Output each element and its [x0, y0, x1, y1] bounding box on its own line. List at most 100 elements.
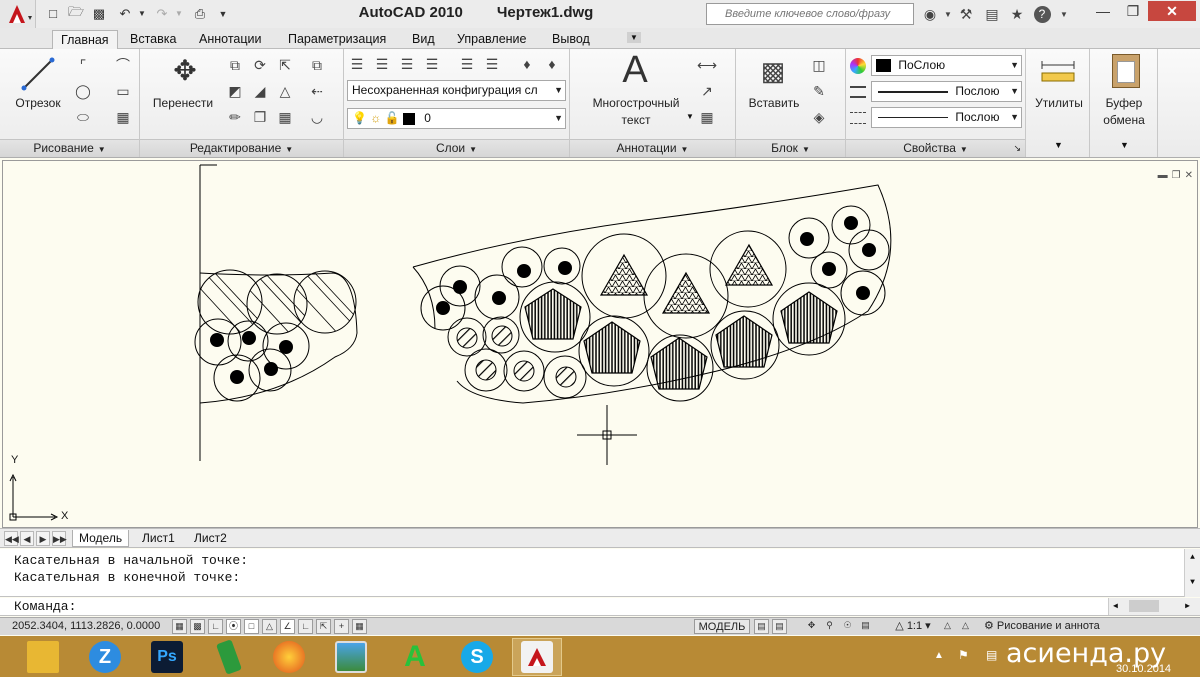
command-line[interactable]: Команда: ◀ ▶: [0, 598, 1200, 616]
tab-layout2[interactable]: Лист2: [188, 530, 233, 547]
draw-panel-title[interactable]: Рисование ▼: [0, 139, 139, 157]
communication-center-icon[interactable]: ▤: [982, 4, 1002, 24]
dynamic-input-icon[interactable]: ⇱: [316, 619, 331, 634]
tab-output[interactable]: Вывод: [544, 30, 598, 49]
object-snap-icon[interactable]: □: [244, 619, 259, 634]
utilities-label[interactable]: Утилиты: [1030, 95, 1088, 112]
fillet-icon[interactable]: ◢: [249, 80, 271, 102]
layer-select[interactable]: 💡 ☼ 🔓 0 ▼: [347, 108, 566, 129]
subscription-key-icon[interactable]: ⚒: [956, 4, 976, 24]
last-tab-icon[interactable]: ▶▶: [52, 531, 67, 546]
lineweight-icon[interactable]: [850, 86, 866, 98]
image-viewer-icon[interactable]: [326, 638, 376, 676]
3d-object-snap-icon[interactable]: △: [262, 619, 277, 634]
tray-flag-icon[interactable]: ⚑: [958, 648, 969, 662]
layer-config-select[interactable]: Несохраненная конфигурация сл ▼: [347, 80, 566, 101]
extend-icon[interactable]: ⇠: [306, 80, 328, 102]
rectangle-icon[interactable]: ▭: [112, 80, 134, 102]
drawing-canvas[interactable]: ▬ ❐ ✕ Y X: [2, 160, 1198, 528]
layer-match-icon[interactable]: ☰: [396, 53, 418, 75]
tab-home[interactable]: Главная: [52, 30, 118, 49]
showmotion-icon[interactable]: ▤: [858, 619, 873, 634]
block-panel-title[interactable]: Блок ▼: [736, 139, 845, 157]
tab-model[interactable]: Модель: [72, 530, 130, 547]
tab-insert[interactable]: Вставка: [122, 30, 184, 49]
layer-freeze-icon[interactable]: ♦: [516, 53, 538, 75]
insert-block-icon[interactable]: ▩: [756, 54, 790, 88]
utilities-dropdown-icon[interactable]: ▼: [1054, 140, 1063, 150]
help-icon[interactable]: ?: [1032, 4, 1052, 24]
polar-tracking-icon[interactable]: ⦿: [226, 619, 241, 634]
multiline-text-icon[interactable]: A: [616, 50, 654, 90]
snap-mode-icon[interactable]: ▦: [172, 619, 187, 634]
tab-view[interactable]: Вид: [404, 30, 443, 49]
ellipse-icon[interactable]: ⬭: [72, 106, 94, 128]
photoshop-icon[interactable]: Ps: [142, 638, 192, 676]
steering-wheel-icon[interactable]: ☉: [840, 619, 855, 634]
layer-properties-icon[interactable]: ☰: [346, 53, 368, 75]
lineweight-toggle-icon[interactable]: +: [334, 619, 349, 634]
save-icon[interactable]: ▩: [90, 5, 108, 22]
model-space-button[interactable]: МОДЕЛЬ: [694, 619, 750, 634]
application-menu-button[interactable]: [0, 0, 36, 28]
redo-icon[interactable]: ↷: [153, 5, 171, 22]
command-hscrollbar[interactable]: ◀ ▶: [1108, 598, 1200, 615]
object-snap-tracking-icon[interactable]: ∠: [280, 619, 295, 634]
annotation-visibility-icon[interactable]: △: [940, 619, 955, 634]
rotate-icon[interactable]: ⟳: [249, 54, 271, 76]
polyline-icon[interactable]: ⌜: [72, 54, 94, 76]
search-dropdown-icon[interactable]: ▼: [938, 4, 958, 24]
multiline-text-label[interactable]: Многострочный: [572, 95, 700, 112]
redo-dropdown-icon[interactable]: ▼: [170, 5, 188, 22]
tab-parametric[interactable]: Параметризация: [280, 30, 394, 49]
new-file-icon[interactable]: □: [44, 5, 62, 22]
edit-block-icon[interactable]: ✎: [808, 80, 830, 102]
auto-scale-icon[interactable]: △: [958, 619, 973, 634]
layer-off-icon[interactable]: ♦: [541, 53, 563, 75]
layer-previous-icon[interactable]: ☰: [421, 53, 443, 75]
linetype-icon[interactable]: [850, 112, 866, 124]
minimize-button[interactable]: —: [1088, 0, 1118, 22]
tray-expand-icon[interactable]: ▲: [934, 650, 944, 661]
mtext-dropdown-icon[interactable]: ▼: [686, 112, 694, 121]
grid-mode-icon[interactable]: ▩: [190, 619, 205, 634]
array-icon[interactable]: ▦: [274, 106, 296, 128]
linetype-select[interactable]: Послою ▼: [871, 107, 1022, 128]
quick-view-layouts-icon[interactable]: ▤: [754, 619, 769, 634]
trim-icon[interactable]: ⇱: [274, 54, 296, 76]
firefox-icon[interactable]: [264, 638, 314, 676]
lineweight-select[interactable]: Послою ▼: [871, 81, 1022, 102]
undo-icon[interactable]: ↶: [116, 5, 134, 22]
hatch-icon[interactable]: ▦: [112, 106, 134, 128]
quick-view-drawings-icon[interactable]: ▤: [772, 619, 787, 634]
close-button[interactable]: ✕: [1148, 1, 1196, 21]
binoculars-icon[interactable]: ◉: [920, 4, 940, 24]
dimension-icon[interactable]: ⟷: [696, 54, 718, 76]
circle-icon[interactable]: ◯: [72, 80, 94, 102]
line-icon[interactable]: [19, 55, 57, 93]
autocad-taskbar-icon[interactable]: [512, 638, 562, 676]
ribbon-minimize-icon[interactable]: ▼: [627, 32, 641, 43]
quick-access-dropdown-icon[interactable]: ▼: [214, 5, 232, 22]
create-block-icon[interactable]: ◫: [808, 54, 830, 76]
mirror-icon[interactable]: △: [274, 80, 296, 102]
coreldraw-icon[interactable]: [204, 638, 254, 676]
dynamic-ucs-icon[interactable]: ∟: [298, 619, 313, 634]
pan-icon[interactable]: ✥: [804, 619, 819, 634]
file-explorer-icon[interactable]: [18, 638, 68, 676]
layer-unisolate-icon[interactable]: ☰: [481, 53, 503, 75]
table-icon[interactable]: ▦: [696, 106, 718, 128]
modify-panel-title[interactable]: Редактирование ▼: [140, 139, 343, 157]
archicad-icon[interactable]: A: [390, 638, 440, 676]
edit-attributes-icon[interactable]: ◈: [808, 106, 830, 128]
print-icon[interactable]: ⎙: [191, 5, 209, 22]
properties-panel-title[interactable]: Свойства ▼ ↘: [846, 139, 1025, 157]
quick-properties-icon[interactable]: ▦: [352, 619, 367, 634]
restore-button[interactable]: ❐: [1118, 0, 1148, 22]
tab-manage[interactable]: Управление: [449, 30, 535, 49]
layer-state-icon[interactable]: ☰: [371, 53, 393, 75]
join-icon[interactable]: ◡: [306, 106, 328, 128]
help-dropdown-icon[interactable]: ▼: [1054, 4, 1074, 24]
clipboard-label[interactable]: Буфер: [1092, 95, 1156, 112]
clipboard-dropdown-icon[interactable]: ▼: [1120, 140, 1129, 150]
